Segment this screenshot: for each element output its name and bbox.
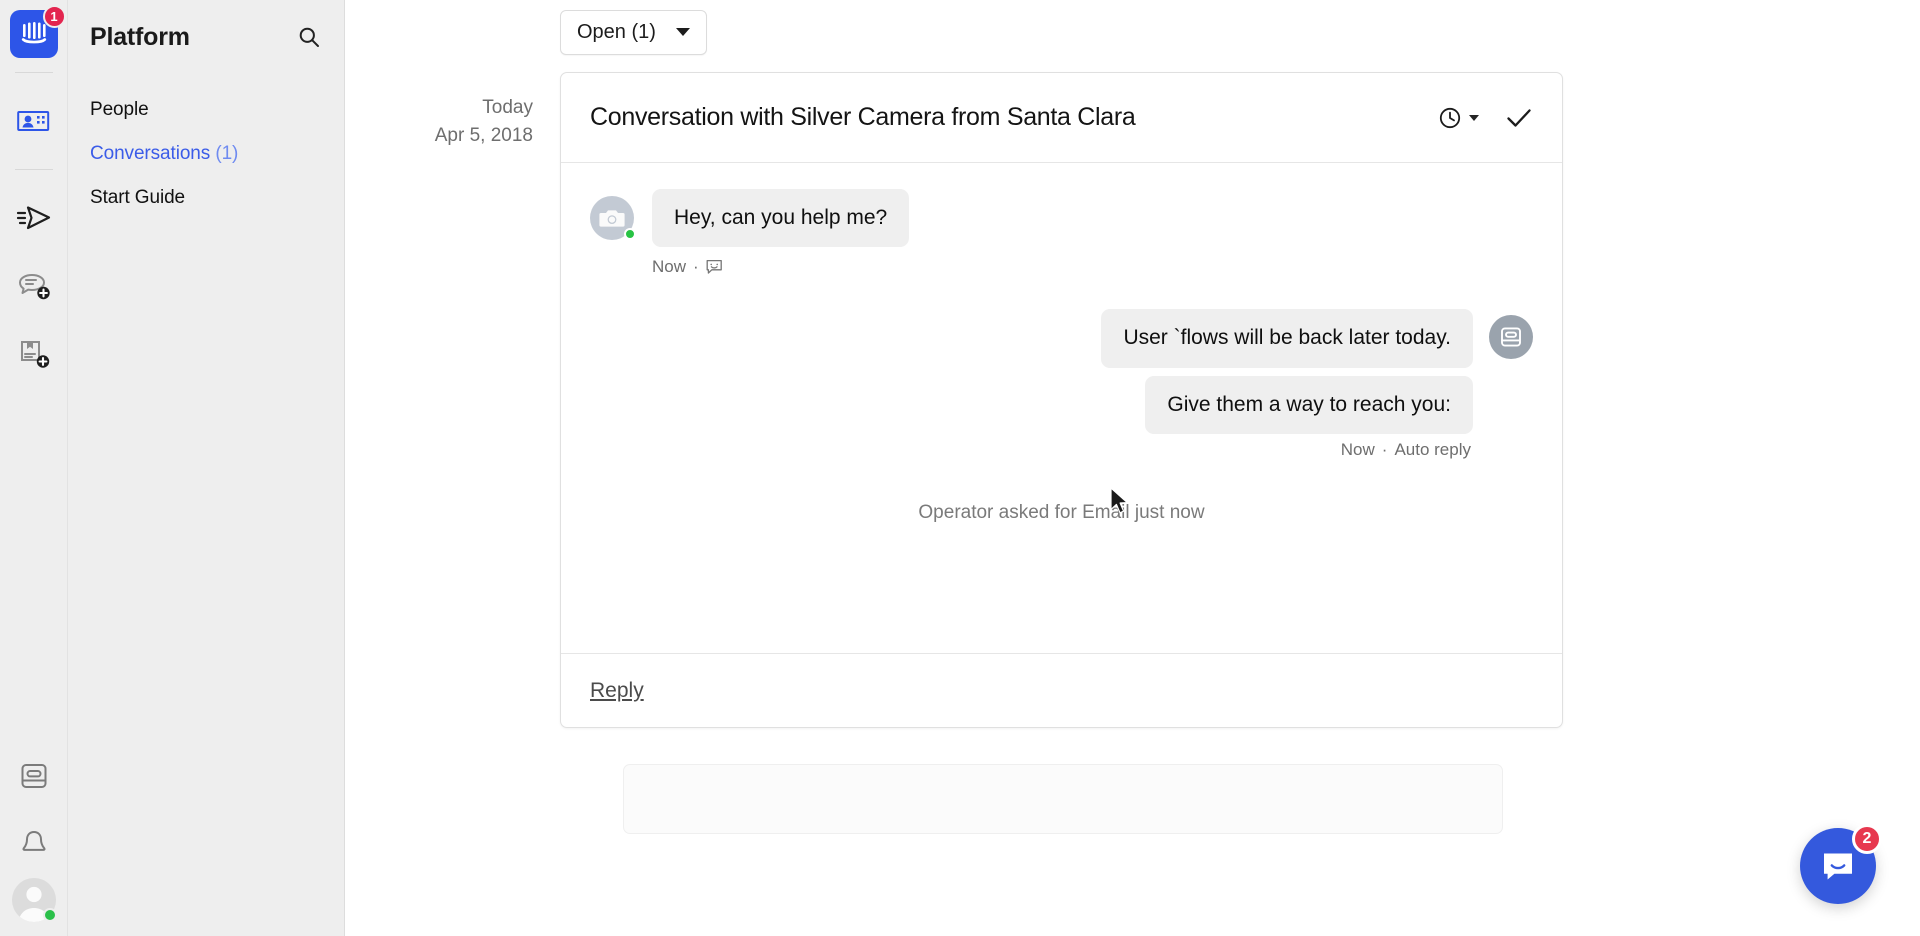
operator-bot-icon-glyph — [21, 764, 46, 788]
new-conversation-icon-glyph — [18, 274, 50, 300]
clock-icon — [1439, 107, 1461, 128]
inbox-unread-badge: 1 — [42, 5, 66, 28]
message-content: User `flows will be back later today. Gi… — [1101, 309, 1473, 435]
outbound-send-icon-glyph — [16, 206, 50, 230]
online-status-dot — [42, 908, 57, 922]
operator-avatar — [1489, 315, 1533, 360]
date-full-label: Apr 5, 2018 — [434, 124, 533, 146]
close-conversation-button[interactable] — [1505, 105, 1533, 131]
conversation-row: Today Apr 5, 2018 Conversation with Silv… — [435, 72, 1920, 728]
launcher-unread-badge: 2 — [1852, 824, 1882, 854]
sidebar-item-label: Start Guide — [90, 187, 186, 208]
check-icon — [1507, 108, 1531, 127]
intercom-logo-wrapper[interactable]: 1 — [9, 5, 66, 58]
message-bubble: User `flows will be back later today. — [1101, 309, 1473, 368]
search-icon[interactable] — [296, 24, 322, 50]
conversation-actions — [1438, 105, 1533, 131]
messenger-smiley-bubble-icon — [1824, 853, 1852, 880]
date-today-label: Today — [482, 97, 533, 118]
nav-panel: Platform People Conversations (1) Start … — [68, 0, 345, 936]
sidebar-item-count: (1) — [215, 143, 239, 164]
message-time: Now — [652, 257, 687, 277]
main-inner: Open (1) Today Apr 5, 2018 Conversation … — [345, 0, 1920, 834]
search-icon-glyph — [299, 27, 319, 47]
rail-divider — [14, 72, 53, 73]
nav-list: People Conversations (1) Start Guide — [90, 88, 322, 220]
sidebar-item-conversations[interactable]: Conversations (1) — [90, 132, 322, 176]
sidebar-item-people[interactable]: People — [90, 88, 322, 132]
page-title: Platform — [90, 22, 190, 51]
new-article-icon[interactable] — [10, 330, 58, 378]
avatar-circle — [1489, 315, 1533, 360]
contacts-icon[interactable] — [10, 97, 58, 145]
outbound-send-icon[interactable] — [10, 194, 58, 242]
message-meta-outgoing: Now · Auto reply — [590, 440, 1471, 460]
toolbar: Open (1) — [560, 0, 1920, 58]
meta-separator: · — [1381, 440, 1388, 460]
sidebar-item-start-guide[interactable]: Start Guide — [90, 176, 322, 220]
chat-bubble-icon — [706, 260, 722, 274]
message-incoming: Hey, can you help me? — [590, 189, 1533, 248]
next-conversation-card-partial[interactable] — [623, 764, 1503, 834]
meta-separator: · — [693, 257, 699, 277]
conversation-card-footer: Reply — [561, 653, 1562, 727]
new-article-icon-glyph — [20, 341, 49, 368]
contacts-icon-glyph — [17, 111, 50, 131]
rail-divider — [14, 169, 53, 170]
snooze-dropdown[interactable] — [1438, 106, 1479, 130]
message-bubble: Give them a way to reach you: — [1145, 375, 1473, 435]
main-content: Open (1) Today Apr 5, 2018 Conversation … — [345, 0, 1920, 936]
operator-bot-icon[interactable] — [10, 752, 58, 800]
status-filter-label: Open (1) — [577, 20, 656, 43]
message-content: Hey, can you help me? — [652, 189, 910, 248]
reply-link[interactable]: Reply — [590, 679, 644, 703]
app-root: 1 Platform People Conversations (1) Star… — [0, 0, 1920, 936]
sidebar-item-label: Conversations — [90, 143, 211, 164]
conversation-card-header: Conversation with Silver Camera from San… — [561, 73, 1562, 163]
conversation-card: Conversation with Silver Camera from San… — [560, 72, 1563, 728]
message-source-label: Auto reply — [1394, 440, 1471, 460]
operator-bot-icon — [1501, 327, 1521, 347]
online-status-dot — [624, 228, 636, 240]
new-conversation-icon[interactable] — [10, 262, 58, 310]
intercom-logo-glyph — [21, 22, 46, 44]
icon-rail: 1 — [0, 0, 68, 936]
message-time: Now — [1340, 440, 1375, 460]
chevron-down-icon — [675, 28, 690, 36]
user-avatar[interactable] — [11, 878, 57, 922]
message-bubble: Hey, can you help me? — [652, 189, 910, 248]
message-outgoing: User `flows will be back later today. Gi… — [590, 309, 1533, 435]
system-event-note: Operator asked for Email just now — [918, 502, 1205, 524]
camera-avatar-icon — [599, 210, 625, 227]
nav-header: Platform — [90, 0, 322, 74]
conversation-date: Today Apr 5, 2018 — [345, 72, 560, 149]
message-meta-incoming: Now · — [652, 257, 1533, 277]
sidebar-item-label: People — [90, 99, 149, 120]
status-filter-dropdown[interactable]: Open (1) — [560, 9, 707, 55]
bell-icon[interactable] — [10, 820, 58, 868]
avatar — [590, 196, 636, 240]
bell-icon-glyph — [21, 831, 46, 851]
chevron-down-icon — [1469, 114, 1479, 121]
conversation-messages: Hey, can you help me? Now · User `flows … — [561, 163, 1562, 653]
intercom-messenger-launcher[interactable]: 2 — [1800, 824, 1882, 904]
conversation-title: Conversation with Silver Camera from San… — [590, 103, 1136, 131]
